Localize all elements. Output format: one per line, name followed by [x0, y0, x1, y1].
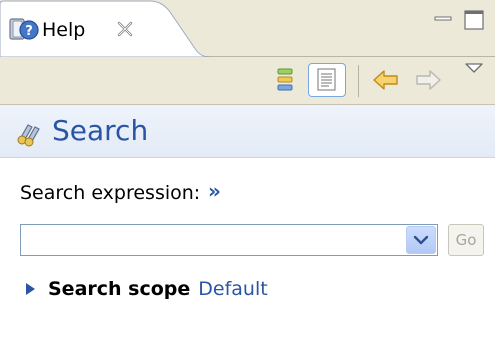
- tab-help[interactable]: ? Help: [8, 14, 85, 46]
- search-input[interactable]: [21, 225, 405, 255]
- tab-label: Help: [42, 19, 86, 41]
- search-binoculars-icon: [14, 117, 44, 147]
- search-expression-label: Search expression:: [20, 182, 201, 204]
- search-section-header: Search: [0, 105, 495, 158]
- view-toolbar: [0, 57, 495, 105]
- minimize-icon[interactable]: [432, 8, 454, 30]
- view-menu-icon[interactable]: [462, 59, 486, 79]
- show-all-topics-icon[interactable]: [270, 65, 300, 95]
- help-book-icon: ?: [8, 15, 40, 45]
- go-button[interactable]: Go: [448, 224, 484, 256]
- chevron-down-icon[interactable]: [406, 226, 436, 254]
- back-arrow-icon[interactable]: [370, 65, 402, 95]
- search-title: Search: [52, 114, 149, 147]
- show-in-all-topics-toggled-icon[interactable]: [308, 63, 346, 97]
- view-tab-strip: ? Help: [0, 0, 495, 57]
- svg-text:?: ?: [25, 24, 33, 39]
- search-scope-label[interactable]: Search scope: [48, 278, 190, 300]
- search-expression-more-link[interactable]: »: [208, 179, 221, 203]
- forward-arrow-icon[interactable]: [412, 65, 444, 95]
- close-icon[interactable]: [114, 18, 136, 40]
- toolbar-separator: [358, 65, 359, 97]
- search-scope-row[interactable]: Search scope Default: [22, 276, 268, 302]
- expand-triangle-icon[interactable]: [22, 279, 40, 299]
- help-view: ? Help Search Search expression: » Go Se…: [0, 0, 495, 340]
- maximize-icon[interactable]: [462, 8, 486, 32]
- search-scope-value-link[interactable]: Default: [198, 278, 267, 300]
- search-expression-combo[interactable]: [20, 224, 438, 256]
